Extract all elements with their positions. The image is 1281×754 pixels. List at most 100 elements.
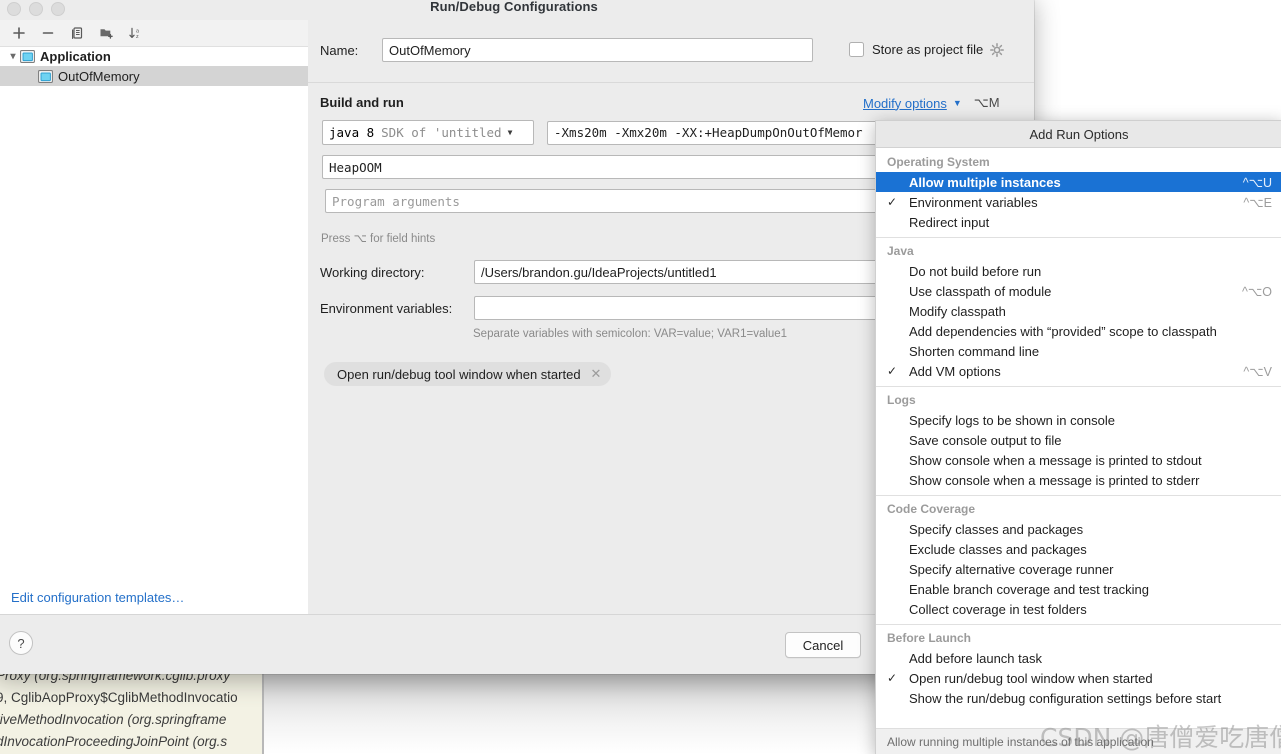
name-input[interactable]: OutOfMemory [382, 38, 813, 62]
popup-status-bar: Allow running multiple instances of this… [876, 728, 1281, 754]
menu-item[interactable]: Add before launch task [876, 648, 1281, 668]
menu-item-label: Shorten command line [909, 343, 1040, 359]
chevron-down-icon[interactable]: ▼ [953, 98, 962, 108]
menu-item[interactable]: Show the run/debug configuration setting… [876, 688, 1281, 708]
help-button[interactable]: ? [9, 631, 33, 655]
working-directory-label: Working directory: [320, 264, 425, 280]
menu-item-label: Add before launch task [909, 650, 1042, 666]
open-tool-window-chip[interactable]: Open run/debug tool window when started … [324, 362, 612, 386]
menu-item[interactable]: ✓ Add VM options ^⌥V [876, 361, 1281, 381]
create-folder-button[interactable] [93, 22, 119, 44]
menu-item-label: Allow multiple instances [909, 174, 1061, 190]
menu-item-label: Do not build before run [909, 263, 1042, 279]
menu-item-label: Show console when a message is printed t… [909, 472, 1200, 488]
menu-item[interactable]: Show console when a message is printed t… [876, 450, 1281, 470]
menu-item-label: Specify alternative coverage runner [909, 561, 1114, 577]
environment-variables-label: Environment variables: [320, 300, 453, 316]
before-launch-chip-row: Open run/debug tool window when started … [324, 362, 612, 386]
remove-configuration-button[interactable] [35, 22, 61, 44]
menu-item[interactable]: Collect coverage in test folders [876, 599, 1281, 619]
program-arguments-placeholder: Program arguments [332, 193, 460, 209]
sort-configurations-button[interactable]: a z [122, 22, 148, 44]
menu-item-shortcut: ^⌥U [1242, 175, 1272, 190]
add-configuration-button[interactable] [6, 22, 32, 44]
modify-options-shortcut: ⌥M [973, 95, 1000, 110]
menu-item[interactable]: Do not build before run [876, 261, 1281, 281]
menu-item[interactable]: Exclude classes and packages [876, 539, 1281, 559]
check-icon: ✓ [887, 195, 898, 209]
menu-item[interactable]: Enable branch coverage and test tracking [876, 579, 1281, 599]
menu-item-label: Open run/debug tool window when started [909, 670, 1153, 686]
modify-options-link[interactable]: Modify options [863, 96, 947, 111]
section-divider [308, 82, 1034, 83]
editor-divider [262, 670, 264, 754]
modify-options-row: Modify options ▼ ⌥M [863, 95, 1000, 111]
menu-item[interactable]: Specify classes and packages [876, 519, 1281, 539]
menu-item[interactable]: Use classpath of module ^⌥O [876, 281, 1281, 301]
chevron-down-icon[interactable]: ▾ [6, 51, 20, 62]
configurations-tree: ▾ Application OutOfMemory [0, 46, 308, 86]
configurations-sidebar: a z ▾ Application OutOfMemory Edit confi… [0, 20, 314, 615]
menu-group-header: Before Launch [887, 631, 972, 645]
cancel-button[interactable]: Cancel [785, 632, 861, 658]
jre-combo[interactable]: java 8 SDK of 'untitled ▼ [322, 120, 534, 145]
menu-item[interactable]: Specify logs to be shown in console [876, 410, 1281, 430]
chevron-down-icon[interactable]: ▼ [508, 128, 513, 137]
edit-configuration-templates-link[interactable]: Edit configuration templates… [11, 590, 184, 605]
store-as-project-file-label: Store as project file [872, 42, 984, 57]
copy-configuration-button[interactable] [64, 22, 90, 44]
dialog-title: Run/Debug Configurations [430, 0, 598, 14]
menu-item-label: Specify logs to be shown in console [909, 412, 1115, 428]
popup-menu: Operating System Allow multiple instances… [876, 148, 1281, 708]
menu-item[interactable]: Shorten command line [876, 341, 1281, 361]
jre-value: java 8 [329, 125, 375, 140]
menu-item-label: Enable branch coverage and test tracking [909, 581, 1149, 597]
build-and-run-title: Build and run [320, 95, 404, 110]
tree-node-label: OutOfMemory [58, 68, 140, 84]
screen: Proxy (org.springframework.cglib.proxy 9… [0, 0, 1281, 754]
store-as-project-file-row: Store as project file [849, 42, 1005, 57]
close-icon[interactable]: ✕ [591, 366, 602, 382]
build-and-run-header: Build and run [320, 95, 404, 110]
menu-group-header: Operating System [887, 155, 990, 169]
menu-item-shortcut: ^⌥V [1243, 364, 1272, 379]
environment-variables-hint-row: Separate variables with semicolon: VAR=v… [473, 328, 787, 340]
code-line: dInvocationProceedingJoinPoint (org.s [0, 734, 228, 749]
sidebar-toolbar: a z [0, 20, 314, 47]
menu-item-shortcut: ^⌥E [1243, 195, 1272, 210]
environment-variables-hint: Separate variables with semicolon: VAR=v… [473, 328, 788, 340]
application-icon [38, 69, 53, 83]
gear-icon[interactable] [990, 42, 1005, 57]
field-hints-row: Press ⌥ for field hints [321, 231, 435, 245]
menu-item-label: Add dependencies with “provided” scope t… [909, 323, 1217, 339]
menu-item[interactable]: Save console output to file [876, 430, 1281, 450]
menu-item-shortcut: ^⌥O [1242, 284, 1272, 299]
menu-item[interactable]: Add dependencies with “provided” scope t… [876, 321, 1281, 341]
menu-item-label: Collect coverage in test folders [909, 601, 1087, 617]
menu-item[interactable]: ✓ Open run/debug tool window when started [876, 668, 1281, 688]
dialog-titlebar: Run/Debug Configurations [0, 0, 1034, 20]
menu-item[interactable]: Redirect input [876, 212, 1281, 232]
field-hints-text: Press ⌥ for field hints [321, 233, 436, 245]
store-as-project-file-checkbox[interactable] [849, 42, 864, 57]
menu-item-label: Show the run/debug configuration setting… [909, 690, 1222, 706]
menu-group-header: Logs [887, 393, 916, 407]
menu-item-label: Exclude classes and packages [909, 541, 1087, 557]
tree-node-application[interactable]: ▾ Application [0, 46, 308, 66]
menu-item-label: Use classpath of module [909, 283, 1052, 299]
code-line: 9, CglibAopProxy$CglibMethodInvocatio [0, 690, 238, 705]
jre-hint: SDK of 'untitled [381, 125, 502, 140]
menu-item[interactable]: Modify classpath [876, 301, 1281, 321]
sidebar-footer: Edit configuration templates… [0, 579, 308, 615]
menu-item-label: Specify classes and packages [909, 521, 1084, 537]
menu-item-label: Modify classpath [909, 303, 1006, 319]
menu-item[interactable]: Specify alternative coverage runner [876, 559, 1281, 579]
code-line: tiveMethodInvocation (org.springframe [0, 712, 227, 727]
menu-item[interactable]: Allow multiple instances ^⌥U [876, 172, 1281, 192]
tree-node-outofmemory[interactable]: OutOfMemory [0, 66, 308, 86]
menu-item-label: Add VM options [909, 363, 1001, 379]
background-editor-code: Proxy (org.springframework.cglib.proxy 9… [0, 664, 263, 754]
menu-item[interactable]: ✓ Environment variables ^⌥E [876, 192, 1281, 212]
menu-separator [876, 237, 1281, 238]
menu-item[interactable]: Show console when a message is printed t… [876, 470, 1281, 490]
